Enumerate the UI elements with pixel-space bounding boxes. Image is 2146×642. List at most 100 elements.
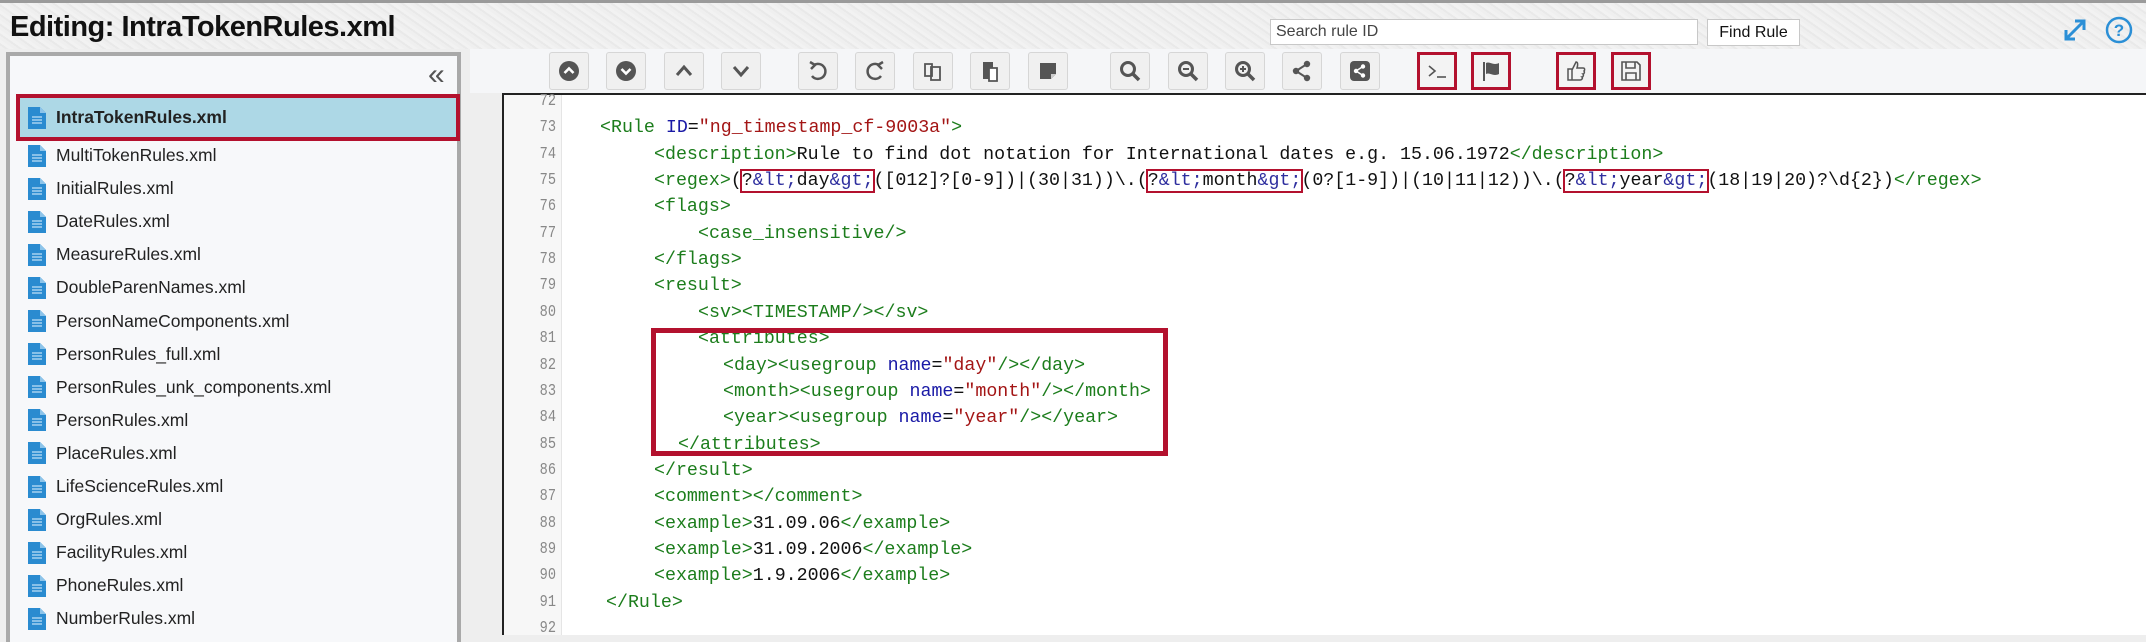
thumbs-up-button[interactable] — [1556, 52, 1596, 90]
code-line[interactable]: <example>1.9.2006</example> — [654, 563, 950, 589]
zoom-out-button[interactable] — [1168, 52, 1208, 90]
code-text: ? — [741, 171, 753, 192]
xml-tag: <example> — [654, 513, 753, 534]
file-name: MultiTokenRules.xml — [56, 145, 217, 165]
file-item[interactable]: PersonNameComponents.xml — [18, 305, 458, 338]
xml-entity: &gt; — [1257, 171, 1302, 192]
line-number: 90 — [539, 566, 556, 586]
code-editor[interactable]: 72 73 74 75 76 77 78 79 80 81 82 83 84 85 86 87 88 89 90 91… — [502, 92, 2146, 638]
line-number: 84 — [539, 408, 556, 428]
file-item[interactable]: InitialRules.xml — [18, 172, 458, 205]
code-line[interactable]: <description>Rule to find dot notation f… — [654, 142, 1663, 168]
page-title: Editing: IntraTokenRules.xml — [10, 11, 396, 43]
file-name: PersonRules.xml — [56, 409, 189, 430]
code-text: month — [1202, 171, 1258, 192]
collapse-sidebar-button[interactable]: « — [428, 60, 445, 90]
file-item[interactable]: FacilityRules.xml — [18, 536, 458, 569]
file-item[interactable]: DateRules.xml — [18, 205, 458, 238]
redo-button[interactable] — [855, 52, 895, 90]
file-item[interactable]: PersonRules.xml — [18, 404, 458, 437]
file-icon — [28, 442, 46, 465]
file-item[interactable]: PersonRules_unk_components.xml — [18, 371, 458, 404]
file-name: InitialRules.xml — [56, 178, 174, 199]
circle-down-button[interactable] — [606, 52, 646, 90]
note-button[interactable] — [1028, 52, 1068, 90]
file-item[interactable]: PlaceRules.xml — [18, 437, 458, 470]
share-icon — [1292, 60, 1311, 82]
share-square-button[interactable] — [1340, 52, 1380, 90]
terminal-icon — [1428, 65, 1446, 78]
code-line[interactable]: <example>31.09.2006</example> — [654, 537, 972, 563]
line-number: 72 — [539, 92, 556, 111]
file-item-selected[interactable]: IntraTokenRules.xml — [16, 94, 460, 141]
code-line[interactable]: <result> — [654, 273, 742, 299]
file-name: PersonRules_unk_components.xml — [56, 376, 332, 397]
undo-button[interactable] — [798, 52, 838, 90]
file-item[interactable]: LifeScienceRules.xml — [18, 470, 458, 503]
file-item[interactable]: NumberRules.xml — [18, 602, 458, 635]
xml-tag: <description> — [654, 144, 797, 165]
undo-icon — [809, 60, 827, 81]
zoom-in-button[interactable] — [1225, 52, 1265, 90]
file-item[interactable]: OrgRules.xml — [18, 503, 458, 536]
code-line[interactable]: <sv><TIMESTAMP/></sv> — [698, 300, 928, 326]
file-item[interactable]: MeasureRules.xml — [18, 238, 458, 271]
file-name: FacilityRules.xml — [56, 542, 188, 563]
flag-button[interactable] — [1471, 52, 1511, 90]
code-line[interactable]: <regex>(?&lt;day&gt;([012]?[0-9])|(30|31… — [654, 168, 1982, 194]
named-group-highlight: ?&lt;month&gt; — [1145, 169, 1304, 194]
code-line[interactable]: <comment></comment> — [654, 484, 862, 510]
code-line[interactable]: <flags> — [654, 194, 731, 220]
xml-tag: <result> — [654, 276, 742, 297]
file-name: OrgRules.xml — [56, 509, 162, 530]
file-icon — [28, 276, 46, 299]
code-line[interactable]: <Rule ID="ng_timestamp_cf-9003a"> — [600, 115, 962, 141]
code-line[interactable]: <example>31.09.06</example> — [654, 511, 950, 537]
find-rule-button[interactable]: Find Rule — [1707, 19, 1800, 46]
code-text: 1.9.2006 — [752, 566, 841, 587]
xml-entity: &gt; — [829, 171, 874, 192]
xml-value: "ng_timestamp_cf-9003a" — [698, 118, 952, 139]
xml-tag: <comment></comment> — [654, 487, 863, 508]
code-line[interactable]: <case_insensitive/> — [698, 221, 906, 247]
line-number: 79 — [539, 276, 556, 296]
file-icon — [28, 574, 46, 597]
search-button[interactable] — [1110, 52, 1150, 90]
code-line[interactable]: </Rule> — [606, 590, 683, 616]
line-number: 91 — [539, 592, 556, 612]
chevron-up-button[interactable] — [664, 52, 704, 90]
share-button[interactable] — [1282, 52, 1322, 90]
file-item[interactable]: DoubleParenNames.xml — [18, 271, 458, 304]
xml-tag: </example> — [840, 513, 951, 534]
code-text: Rule to find dot notation for Internatio… — [796, 144, 1510, 165]
code-text: 31.09.2006 — [752, 539, 863, 560]
chevron-down-button[interactable] — [721, 52, 761, 90]
circle-up-button[interactable] — [549, 52, 589, 90]
note-icon — [1040, 63, 1056, 79]
xml-tag: </Rule> — [606, 592, 683, 613]
file-item[interactable]: PhoneRules.xml — [18, 569, 458, 602]
copy-button[interactable] — [913, 52, 953, 90]
line-number: 87 — [539, 487, 556, 507]
code-line[interactable]: </result> — [654, 458, 753, 484]
file-item[interactable]: PersonRules_full.xml — [18, 338, 458, 371]
file-item[interactable]: MultiTokenRules.xml — [18, 139, 458, 172]
circle-up-icon — [559, 61, 579, 81]
paste-button[interactable] — [970, 52, 1010, 90]
expand-icon[interactable] — [2060, 15, 2090, 45]
thumbs-up-icon — [1567, 61, 1586, 81]
file-icon — [28, 210, 46, 233]
search-rule-input[interactable] — [1270, 19, 1698, 45]
terminal-button[interactable] — [1417, 52, 1457, 90]
paste-icon — [983, 62, 998, 82]
line-number: 82 — [539, 355, 556, 375]
save-button[interactable] — [1611, 52, 1651, 90]
code-line[interactable]: </flags> — [654, 247, 742, 273]
line-number: 85 — [539, 434, 556, 454]
help-icon[interactable]: ? — [2104, 15, 2134, 45]
file-icon — [28, 310, 46, 332]
file-name: MeasureRules.xml — [56, 244, 201, 265]
xml-tag: </regex> — [1893, 171, 1982, 192]
file-icon — [28, 343, 46, 366]
xml-tag: </example> — [862, 539, 973, 560]
